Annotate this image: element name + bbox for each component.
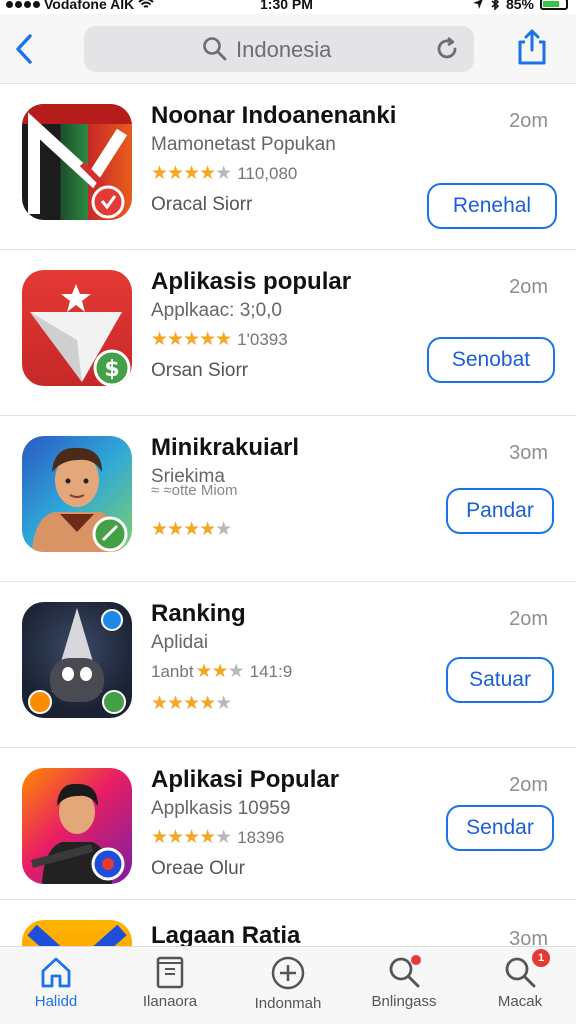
tab-label: Macak [497, 993, 543, 1010]
tab-add[interactable]: Indonmah [238, 955, 338, 1021]
list-item[interactable]: Aplikasi Popular Applkasis 10959 ★★★★★ 18… [0, 748, 576, 900]
list-item[interactable]: Noonar Indoanenanki Mamonetast Popukan ★… [0, 84, 576, 250]
get-button[interactable]: Renehal [427, 183, 557, 229]
tab-label: Ilanaora [142, 993, 198, 1010]
tab-search[interactable]: Bnlingass [354, 955, 454, 1021]
app-title[interactable]: Aplikasi Popular [151, 766, 339, 794]
tab-library[interactable]: Ilanaora [120, 955, 220, 1021]
rating-count: 1'0393 [237, 330, 288, 349]
search-bar[interactable]: Indonesia [84, 26, 474, 72]
app-logo-icon [32, 447, 128, 552]
app-seller: Oracal Siorr [151, 194, 253, 215]
app-logo-icon [28, 608, 126, 714]
plus-circle-icon [271, 956, 305, 990]
star-rating: ★★★★★ 18396 [151, 827, 285, 848]
app-icon[interactable] [22, 436, 132, 552]
get-button[interactable]: Satuar [446, 657, 554, 703]
app-subtitle: Applkaac: 3;0,0 [151, 300, 282, 321]
tab-bar: Halidd Ilanaora Indonmah Bnlingass 1 Mac… [0, 946, 576, 1024]
star-rating: ★★★★★ [151, 519, 232, 540]
app-age: 2om [509, 276, 548, 298]
nav-bar: Indonesia [0, 14, 576, 84]
rating-count: 141:9 [249, 662, 293, 681]
app-icon[interactable] [22, 104, 132, 220]
app-title[interactable]: Lagaan Ratia [151, 922, 300, 946]
location-icon [472, 0, 483, 9]
star-rating: ★★★★★ [151, 693, 232, 714]
back-chevron-icon[interactable] [12, 32, 36, 66]
status-right: 85% [472, 0, 568, 12]
app-logo-icon [30, 783, 125, 884]
svg-text:$: $ [104, 357, 119, 382]
get-button[interactable]: Senobat [427, 337, 555, 383]
signal-icon [6, 0, 40, 8]
tab-label: Halidd [34, 993, 78, 1010]
list-item[interactable]: Lagaan Ratia 3om [0, 900, 576, 946]
app-logo-icon [22, 104, 132, 219]
list-item[interactable]: Minikrakuiarl Sriekima ≈ ≈otte Miom ★★★★… [0, 416, 576, 582]
star-rating: ★★★★★ 110,080 [151, 163, 298, 184]
status-bar: Vodafone AIK 1:30 PM 85% [0, 0, 576, 14]
star-rating: ★★★★★ 1'0393 [151, 329, 288, 350]
app-icon[interactable] [22, 768, 132, 884]
book-icon [156, 956, 184, 989]
battery-percent: 85% [505, 0, 534, 12]
app-age: 3om [509, 442, 548, 464]
bluetooth-icon [491, 0, 500, 10]
app-age: 2om [509, 608, 548, 630]
app-subtitle: Aplidai [151, 632, 209, 653]
rating-count: 18396 [237, 828, 285, 847]
clock: 1:30 PM [260, 0, 313, 12]
app-icon[interactable] [22, 602, 132, 718]
app-subtitle: Applkasis 10959 [151, 798, 291, 819]
get-button[interactable]: Pandar [446, 488, 554, 534]
app-age: 3om [509, 928, 548, 946]
app-title[interactable]: Minikrakuiarl [151, 434, 299, 462]
app-seller: Orsan Siorr [151, 360, 249, 381]
tab-label: Indonmah [254, 995, 322, 1012]
list-item[interactable]: $ Aplikasis popular Applkaac: 3;0,0 ★★★★… [0, 250, 576, 416]
app-age: 2om [509, 774, 548, 796]
notification-dot [411, 955, 421, 965]
home-icon [41, 957, 71, 988]
app-icon[interactable]: $ [22, 270, 132, 386]
rating-count: 110,080 [237, 164, 298, 183]
wifi-icon [138, 0, 154, 8]
list-item[interactable]: Ranking Aplidai 1anbt ★★★ 141:9 ★★★★★ 2om … [0, 582, 576, 748]
share-icon[interactable] [516, 28, 548, 66]
rating-prefix: 1anbt [151, 662, 194, 681]
app-logo-icon [27, 924, 127, 946]
app-title[interactable]: Aplikasis popular [151, 268, 351, 296]
reload-icon[interactable] [434, 36, 460, 62]
carrier-name: Vodafone AIK [44, 0, 135, 12]
app-subtitle: Mamonetast Popukan [151, 134, 336, 155]
get-button[interactable]: Sendar [446, 805, 554, 851]
app-logo-icon: $ [30, 284, 131, 386]
search-icon [203, 37, 227, 61]
notification-badge: 1 [532, 949, 550, 967]
app-icon[interactable] [22, 920, 132, 946]
search-query: Indonesia [236, 37, 332, 62]
app-title[interactable]: Noonar Indoanenanki [151, 102, 396, 130]
star-rating-inline: 1anbt ★★★ 141:9 [151, 661, 293, 682]
tab-label: Bnlingass [371, 993, 437, 1010]
app-subtitle-secondary: ≈ ≈otte Miom [151, 482, 238, 499]
app-seller: Oreae Olur [151, 858, 245, 879]
battery-icon [540, 0, 568, 10]
tab-more[interactable]: 1 Macak [470, 949, 570, 1021]
app-age: 2om [509, 110, 548, 132]
tab-home[interactable]: Halidd [6, 955, 106, 1021]
carrier: Vodafone AIK [6, 0, 154, 12]
app-title[interactable]: Ranking [151, 600, 246, 628]
